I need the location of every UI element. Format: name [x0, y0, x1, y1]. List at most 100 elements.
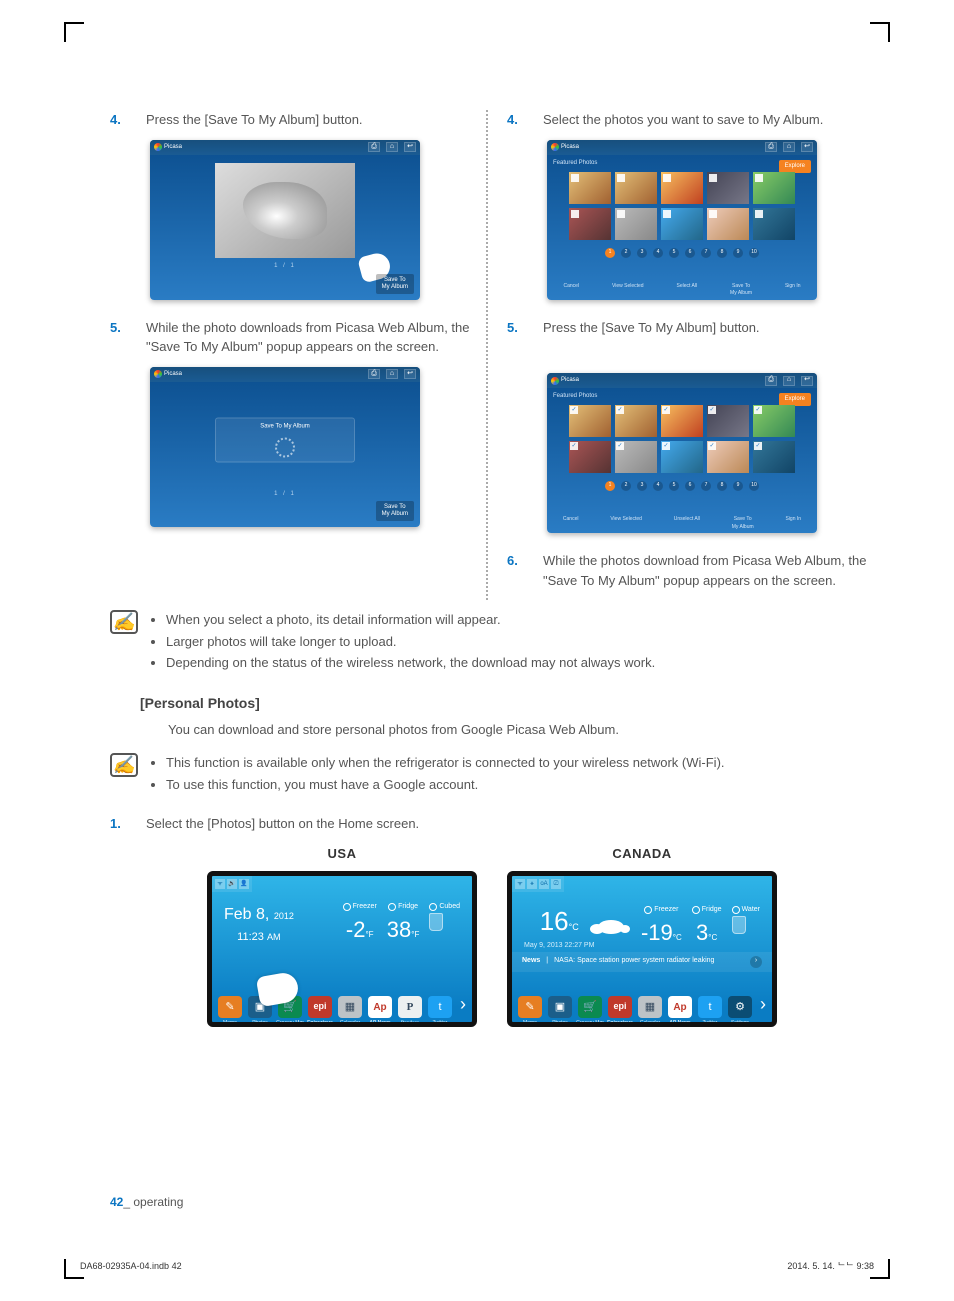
- photo-thumb[interactable]: [707, 441, 749, 473]
- pager-dot[interactable]: 6: [685, 248, 695, 258]
- twitter-app[interactable]: tTwitter: [428, 996, 452, 1018]
- calendar-app[interactable]: ▦Calendar: [338, 996, 362, 1018]
- photo-thumb[interactable]: [707, 208, 749, 240]
- pager-dot[interactable]: 7: [701, 248, 711, 258]
- unselect-all-button[interactable]: Unselect All: [674, 516, 700, 531]
- save-icon[interactable]: ⎙: [765, 376, 777, 386]
- sign-in-button[interactable]: Sign In: [785, 516, 801, 531]
- dock-next-arrow[interactable]: ›: [760, 991, 766, 1018]
- cup-icon: [732, 916, 746, 934]
- save-to-album-button[interactable]: Save To My Album: [730, 283, 752, 298]
- home-icon[interactable]: ⌂: [386, 142, 398, 152]
- screenshot-right-2: Picasa ⎙ ⌂ ↩ Featured Photos Explore: [547, 373, 817, 533]
- save-to-album-button[interactable]: Save To My Album: [732, 516, 754, 531]
- photo-thumb[interactable]: [615, 405, 657, 437]
- pager-dot[interactable]: 10: [749, 481, 759, 491]
- home-icon[interactable]: ⌂: [783, 376, 795, 386]
- settings-app[interactable]: ⚙Settings: [728, 996, 752, 1018]
- epicurious-app[interactable]: epiEpicurious: [608, 996, 632, 1018]
- photo-thumb[interactable]: [615, 208, 657, 240]
- photo-thumb[interactable]: [569, 172, 611, 204]
- cancel-button[interactable]: Cancel: [563, 516, 579, 531]
- pager-dot[interactable]: 1: [605, 248, 615, 258]
- pager-dot[interactable]: 10: [749, 248, 759, 258]
- back-icon[interactable]: ↩: [404, 142, 416, 152]
- news-label: News: [522, 956, 540, 967]
- sign-in-button[interactable]: Sign In: [785, 283, 801, 298]
- pager-dot[interactable]: 3: [637, 248, 647, 258]
- grocery-app[interactable]: 🛒Grocery Mgr: [578, 996, 602, 1018]
- photo-thumb[interactable]: [753, 172, 795, 204]
- view-selected-button[interactable]: View Selected: [610, 516, 642, 531]
- photo-thumb[interactable]: [707, 405, 749, 437]
- save-to-album-button[interactable]: Save To My Album: [376, 501, 414, 520]
- photo-thumb[interactable]: [661, 172, 703, 204]
- home-icon[interactable]: ⌂: [386, 369, 398, 379]
- cubed-icon: [429, 903, 437, 911]
- photo-thumb[interactable]: [707, 172, 749, 204]
- cancel-button[interactable]: Cancel: [563, 283, 579, 298]
- twitter-app[interactable]: tTwitter: [698, 996, 722, 1018]
- step1-text: Select the [Photos] button on the Home s…: [146, 814, 874, 834]
- pager-dot[interactable]: 1: [605, 481, 615, 491]
- column-divider: [486, 110, 488, 600]
- select-all-button[interactable]: Select All: [677, 283, 698, 298]
- photo-thumb[interactable]: [661, 208, 703, 240]
- photo-counter: 1 / 1: [150, 490, 420, 499]
- print-file: DA68-02935A-04.indb 42: [80, 1260, 182, 1274]
- note-icon: ✍: [110, 610, 138, 634]
- apnews-app[interactable]: ApAP News: [668, 996, 692, 1018]
- photo-thumb[interactable]: [615, 441, 657, 473]
- picasa-logo-icon: [551, 143, 559, 151]
- pager-dot[interactable]: 6: [685, 481, 695, 491]
- user-icon: 👤: [239, 879, 249, 889]
- photo-thumb[interactable]: [569, 405, 611, 437]
- photo-thumb[interactable]: [661, 405, 703, 437]
- dock-next-arrow[interactable]: ›: [460, 991, 466, 1018]
- photo-thumb[interactable]: [753, 208, 795, 240]
- pager-dot[interactable]: 9: [733, 481, 743, 491]
- save-icon[interactable]: ⎙: [368, 142, 380, 152]
- pager-dot[interactable]: 9: [733, 248, 743, 258]
- pager-dot[interactable]: 4: [653, 481, 663, 491]
- apnews-app[interactable]: ApAP News: [368, 996, 392, 1018]
- weather-unit: °C: [569, 922, 579, 932]
- pager-dot[interactable]: 3: [637, 481, 647, 491]
- epicurious-app[interactable]: epiEpicurious: [308, 996, 332, 1018]
- home-icon[interactable]: ⌂: [783, 142, 795, 152]
- pager-dot[interactable]: 7: [701, 481, 711, 491]
- pager-dot[interactable]: 8: [717, 481, 727, 491]
- right-step5-num: 5.: [507, 318, 525, 338]
- pager-dot[interactable]: 2: [621, 248, 631, 258]
- right-step6-num: 6.: [507, 551, 525, 590]
- pager-dot[interactable]: 2: [621, 481, 631, 491]
- photo-thumb[interactable]: [661, 441, 703, 473]
- pager-dot[interactable]: 4: [653, 248, 663, 258]
- pager-dot[interactable]: 5: [669, 481, 679, 491]
- cubed-label: Cubed: [439, 902, 460, 913]
- calendar-app[interactable]: ▦Calendar: [638, 996, 662, 1018]
- photo-thumb[interactable]: [753, 441, 795, 473]
- view-selected-button[interactable]: View Selected: [612, 283, 644, 298]
- photo-thumb[interactable]: [569, 208, 611, 240]
- photos-app[interactable]: ▣Photos: [548, 996, 572, 1018]
- save-to-album-button[interactable]: Save To My Album: [376, 274, 414, 293]
- note-item: When you select a photo, its detail info…: [166, 610, 655, 630]
- save-icon[interactable]: ⎙: [368, 369, 380, 379]
- back-icon[interactable]: ↩: [801, 142, 813, 152]
- step1-num: 1.: [110, 814, 128, 834]
- news-next-icon[interactable]: ›: [750, 956, 762, 968]
- pandora-app[interactable]: PPandora: [398, 996, 422, 1018]
- photo-thumb[interactable]: [615, 172, 657, 204]
- pager-dot[interactable]: 5: [669, 248, 679, 258]
- back-icon[interactable]: ↩: [404, 369, 416, 379]
- water-label: Water: [742, 905, 760, 916]
- save-icon[interactable]: ⎙: [765, 142, 777, 152]
- memo-app[interactable]: ✎Memo: [218, 996, 242, 1018]
- photo-thumb[interactable]: [569, 441, 611, 473]
- back-icon[interactable]: ↩: [801, 376, 813, 386]
- photo-thumb[interactable]: [753, 405, 795, 437]
- pager-dot[interactable]: 8: [717, 248, 727, 258]
- fridge-val: 38: [387, 917, 411, 942]
- memo-app[interactable]: ✎Memo: [518, 996, 542, 1018]
